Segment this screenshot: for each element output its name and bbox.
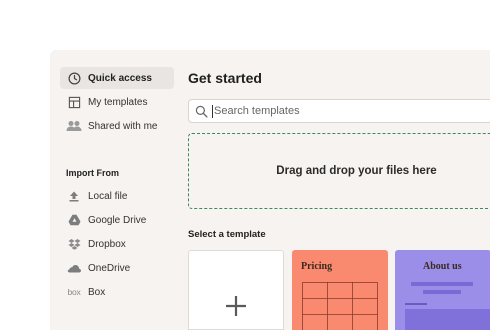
dropbox-icon [66, 236, 82, 252]
search-box[interactable] [188, 99, 490, 123]
template-card-blank[interactable] [188, 250, 284, 330]
sidebar-item-shared-with-me[interactable]: Shared with me [60, 115, 174, 137]
text-line-placeholder [405, 303, 427, 305]
file-dropzone[interactable]: Drag and drop your files here [188, 133, 490, 209]
import-item-dropbox[interactable]: Dropbox [60, 233, 174, 255]
import-item-onedrive[interactable]: OneDrive [60, 257, 174, 279]
people-icon [66, 118, 82, 134]
text-line-placeholder [423, 290, 461, 294]
sidebar: Quick access My templates Shared with me… [50, 50, 180, 330]
page-title: Get started [188, 70, 262, 86]
template-card-title: Pricing [301, 261, 333, 272]
import-item-box[interactable]: box Box [60, 281, 174, 303]
template-icon [66, 94, 82, 110]
import-item-label: Local file [88, 190, 128, 202]
google-drive-icon [66, 212, 82, 228]
template-card-pricing[interactable]: Pricing [292, 250, 388, 330]
select-template-label: Select a template [188, 229, 266, 240]
main-panel: Get started Drag and drop your files her… [188, 50, 490, 330]
dropzone-text: Drag and drop your files here [276, 165, 437, 177]
sidebar-item-label: Shared with me [88, 120, 158, 132]
import-from-heading: Import From [66, 168, 119, 178]
plus-icon [225, 294, 247, 322]
box-icon: box [67, 287, 81, 297]
image-placeholder [405, 309, 490, 330]
sidebar-item-label: Quick access [88, 72, 152, 84]
text-caret [212, 104, 213, 118]
search-input[interactable] [214, 105, 474, 117]
template-card-title: About us [423, 261, 462, 272]
pricing-table-graphic [302, 282, 378, 330]
onedrive-icon [66, 260, 82, 276]
upload-icon [66, 188, 82, 204]
clock-icon [66, 70, 82, 86]
search-icon [195, 105, 208, 118]
sidebar-item-my-templates[interactable]: My templates [60, 91, 174, 113]
import-item-label: Dropbox [88, 238, 126, 250]
text-line-placeholder [411, 282, 473, 286]
template-card-about-us[interactable]: About us [395, 250, 490, 330]
sidebar-item-label: My templates [88, 96, 148, 108]
import-item-local-file[interactable]: Local file [60, 185, 174, 207]
import-item-label: Box [88, 286, 106, 298]
import-item-label: OneDrive [88, 262, 131, 274]
template-picker-window: Quick access My templates Shared with me… [50, 50, 490, 330]
sidebar-item-quick-access[interactable]: Quick access [60, 67, 174, 89]
import-item-label: Google Drive [88, 214, 147, 226]
import-item-google-drive[interactable]: Google Drive [60, 209, 174, 231]
